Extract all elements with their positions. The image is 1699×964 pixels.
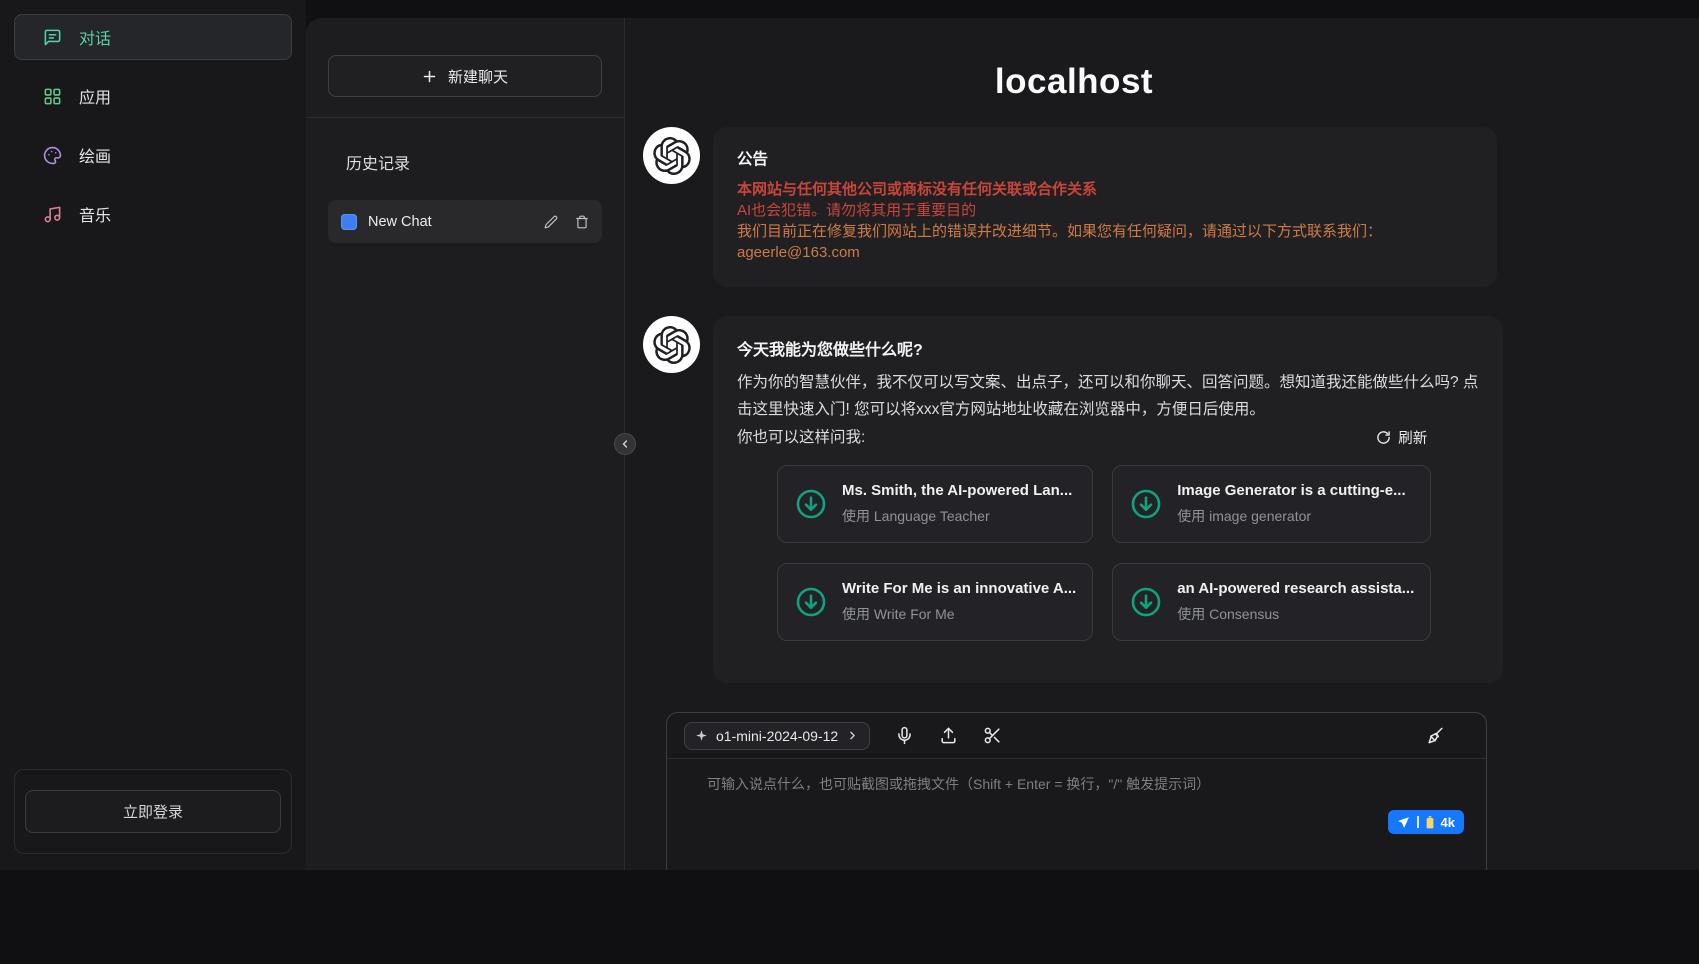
chevron-left-icon — [619, 438, 631, 450]
circle-arrow-down-icon — [1129, 585, 1163, 619]
announcement-line-3: 我们目前正在修复我们网站上的错误并改进细节。如果您有任何疑问，请通过以下方式联系… — [737, 221, 1473, 242]
circle-arrow-down-icon — [794, 487, 828, 521]
announcement-bubble: 公告 本网站与任何其他公司或商标没有任何关联或合作关系 AI也会犯错。请勿将其用… — [713, 127, 1497, 287]
sidebar-item-music[interactable]: 音乐 — [14, 191, 292, 237]
app-window: 对话 应用 绘画 音乐 立即登录 新建聊天 历史记录 — [0, 0, 1699, 870]
sidebar-item-apps[interactable]: 应用 — [14, 73, 292, 119]
suggestion-title: an AI-powered research assista... — [1177, 580, 1414, 597]
chat-item-title: New Chat — [368, 214, 527, 230]
clear-context-button[interactable] — [1426, 726, 1445, 745]
announcement-heading: 公告 — [737, 147, 1473, 169]
chat-list-item[interactable]: New Chat — [328, 200, 602, 243]
contact-email-link[interactable]: ageerle@163.com — [737, 242, 860, 263]
composer-toolbar: o1-mini-2024-09-12 — [667, 713, 1486, 759]
circle-arrow-down-icon — [1129, 487, 1163, 521]
delete-icon[interactable] — [575, 215, 589, 229]
upload-icon — [939, 726, 958, 745]
welcome-heading: 今天我能为您做些什么呢? — [737, 336, 1479, 360]
circle-arrow-down-icon — [794, 585, 828, 619]
suggestion-title: Write For Me is an innovative A... — [842, 580, 1076, 597]
model-sparkle-icon — [695, 729, 708, 742]
chat-icon — [43, 28, 62, 47]
message-input[interactable] — [667, 759, 1486, 833]
upload-button[interactable] — [939, 726, 958, 745]
login-button[interactable]: 立即登录 — [25, 790, 281, 833]
welcome-message: 今天我能为您做些什么呢? 作为你的智慧伙伴，我不仅可以写文案、出点子，还可以和你… — [643, 316, 1505, 683]
sidebar-item-label: 对话 — [79, 25, 111, 49]
palette-icon — [43, 146, 62, 165]
sidebar-item-label: 应用 — [79, 84, 111, 108]
microphone-icon — [895, 726, 914, 745]
sidebar-item-label: 绘画 — [79, 143, 111, 167]
plus-icon — [422, 69, 437, 84]
suggestion-grid: Ms. Smith, the AI-powered Lan... 使用 Lang… — [777, 465, 1431, 641]
chat-main: localhost 公告 本网站与任何其他公司或商标没有任何关联或合作关系 AI… — [625, 18, 1699, 870]
apps-grid-icon — [43, 87, 62, 106]
announcement-line-2: AI也会犯错。请勿将其用于重要目的 — [737, 200, 1473, 221]
welcome-body: 作为你的智慧伙伴，我不仅可以写文案、出点子，还可以和你聊天、回答问题。想知道我还… — [737, 369, 1479, 423]
suggestion-title: Image Generator is a cutting-e... — [1177, 482, 1405, 499]
edit-icon[interactable] — [544, 215, 558, 229]
composer: o1-mini-2024-09-12 — [666, 712, 1487, 870]
new-chat-button[interactable]: 新建聊天 — [328, 55, 602, 97]
battery-icon — [1426, 816, 1434, 829]
scissors-icon — [983, 726, 1002, 745]
announcement-message: 公告 本网站与任何其他公司或商标没有任何关联或合作关系 AI也会犯错。请勿将其用… — [643, 127, 1505, 287]
page-title: localhost — [643, 62, 1505, 102]
suggestion-title: Ms. Smith, the AI-powered Lan... — [842, 482, 1072, 499]
sidebar-item-paint[interactable]: 绘画 — [14, 132, 292, 178]
history-title: 历史记录 — [346, 150, 602, 174]
welcome-bubble: 今天我能为您做些什么呢? 作为你的智慧伙伴，我不仅可以写文案、出点子，还可以和你… — [713, 316, 1503, 683]
refresh-label: 刷新 — [1398, 427, 1427, 448]
openai-logo-icon — [653, 137, 691, 175]
refresh-icon — [1376, 430, 1391, 445]
announcement-line-1: 本网站与任何其他公司或商标没有任何关联或合作关系 — [737, 179, 1473, 200]
collapse-panel-button[interactable] — [614, 433, 636, 455]
assistant-avatar — [643, 316, 700, 373]
send-button[interactable]: 4k — [1388, 810, 1464, 834]
suggestion-subtitle: 使用 image generator — [1177, 506, 1405, 526]
paper-plane-icon — [1397, 816, 1410, 829]
panel-divider — [306, 117, 624, 118]
suggestion-subtitle: 使用 Write For Me — [842, 604, 1076, 624]
sidebar-item-label: 音乐 — [79, 202, 111, 226]
assistant-avatar — [643, 127, 700, 184]
badge-divider — [1417, 816, 1419, 828]
model-selector[interactable]: o1-mini-2024-09-12 — [684, 722, 870, 750]
chat-item-avatar — [341, 214, 357, 230]
broom-icon — [1426, 726, 1445, 745]
suggestion-subtitle: 使用 Consensus — [1177, 604, 1414, 624]
suggestion-card[interactable]: Ms. Smith, the AI-powered Lan... 使用 Lang… — [777, 465, 1093, 543]
chat-history-panel: 新建聊天 历史记录 New Chat — [306, 18, 625, 870]
token-badge-label: 4k — [1441, 815, 1455, 830]
model-label: o1-mini-2024-09-12 — [716, 728, 838, 744]
openai-logo-icon — [653, 326, 691, 364]
microphone-button[interactable] — [895, 726, 914, 745]
screenshot-button[interactable] — [983, 726, 1002, 745]
suggestion-subtitle: 使用 Language Teacher — [842, 506, 1072, 526]
sidebar-item-chat[interactable]: 对话 — [14, 14, 292, 60]
new-chat-label: 新建聊天 — [448, 66, 508, 87]
suggestion-card[interactable]: Write For Me is an innovative A... 使用 Wr… — [777, 563, 1093, 641]
workspace: 新建聊天 历史记录 New Chat localhost — [306, 18, 1699, 870]
chevron-right-icon — [846, 729, 859, 742]
music-note-icon — [43, 205, 62, 224]
nav-sidebar: 对话 应用 绘画 音乐 立即登录 — [0, 0, 306, 870]
suggestion-card[interactable]: Image Generator is a cutting-e... 使用 ima… — [1112, 465, 1431, 543]
refresh-suggestions-button[interactable]: 刷新 — [1376, 427, 1427, 448]
ask-hint: 你也可以这样问我: — [737, 424, 865, 451]
suggestion-card[interactable]: an AI-powered research assista... 使用 Con… — [1112, 563, 1431, 641]
login-box: 立即登录 — [14, 769, 292, 854]
